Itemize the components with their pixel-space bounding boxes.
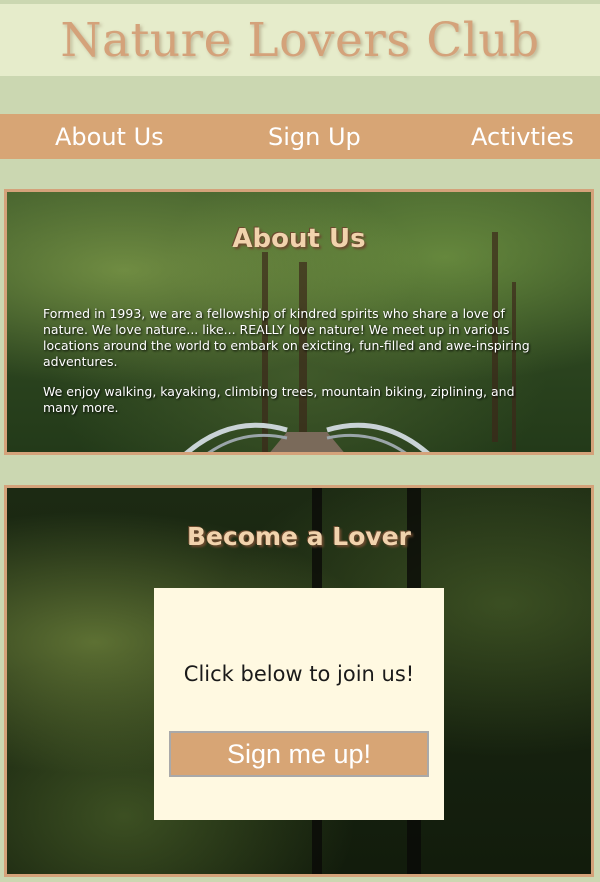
nav-link-sign-up[interactable]: Sign Up <box>268 123 361 151</box>
sign-me-up-button[interactable]: Sign me up! <box>169 731 429 777</box>
about-text: Formed in 1993, we are a fellowship of k… <box>43 306 553 416</box>
signup-prompt: Click below to join us! <box>183 662 415 686</box>
site-title: Nature Lovers Club <box>60 12 540 68</box>
nav-link-about-us[interactable]: About Us <box>55 123 164 151</box>
nav-link-activities[interactable]: Activties <box>471 123 574 151</box>
site-header: Nature Lovers Club <box>0 4 600 76</box>
signup-card: Click below to join us! Sign me up! <box>154 588 444 820</box>
about-heading: About Us <box>232 224 366 254</box>
about-paragraph: We enjoy walking, kayaking, climbing tre… <box>43 384 515 415</box>
about-paragraph: Formed in 1993, we are a fellowship of k… <box>43 306 530 369</box>
about-section: About Us Formed in 1993, we are a fellow… <box>4 189 594 455</box>
signup-section: Become a Lover Click below to join us! S… <box>4 485 594 877</box>
main-nav: About Us Sign Up Activties <box>0 114 600 159</box>
signup-heading: Become a Lover <box>187 522 411 551</box>
